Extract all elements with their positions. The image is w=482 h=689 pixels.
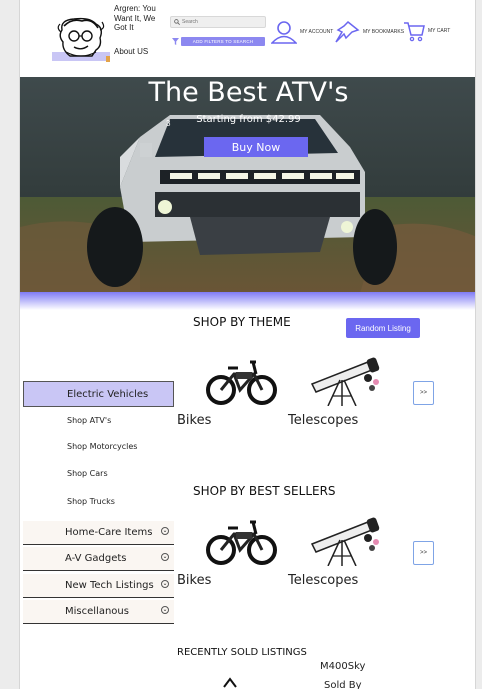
my-bookmarks-link[interactable]: MY BOOKMARKS xyxy=(334,20,404,44)
site-tagline: Argren: You Want It, We Got It xyxy=(114,4,156,32)
cart-icon xyxy=(404,22,425,42)
product-label[interactable]: Telescopes xyxy=(288,573,358,588)
truck-number-badge: 3 xyxy=(166,119,171,128)
e-bike-image[interactable] xyxy=(206,514,278,566)
bookmark-pin-icon xyxy=(335,20,360,43)
telescope-image[interactable] xyxy=(306,514,384,566)
my-bookmarks-label: MY BOOKMARKS xyxy=(363,29,405,35)
chevron-down-icon[interactable]: ⌄ xyxy=(161,527,169,535)
next-arrow-button[interactable]: >> xyxy=(413,381,434,405)
hero-title: The Best ATV's xyxy=(148,77,349,108)
my-account-link[interactable]: MY ACCOUNT xyxy=(271,20,333,44)
sidebar-category-label: A-V Gadgets xyxy=(65,553,127,564)
recent-item-name[interactable]: M400Sky xyxy=(320,661,365,672)
product-label[interactable]: Bikes xyxy=(177,413,211,428)
sidebar-category[interactable]: Home-Care Items ⌄ xyxy=(23,521,174,545)
my-cart-link[interactable]: MY CART xyxy=(403,20,450,42)
add-filters-button[interactable]: ADD FILTERS TO SEARCH xyxy=(181,37,265,46)
filter-icon[interactable] xyxy=(172,38,179,45)
sidebar-category-label: Miscellanous xyxy=(65,606,129,617)
telescope-image[interactable] xyxy=(306,354,384,406)
recently-sold-title: RECENTLY SOLD LISTINGS xyxy=(177,647,307,658)
sidebar-category-label: Home-Care Items xyxy=(65,527,153,538)
atv-truck-image xyxy=(20,77,475,293)
shop-by-best-sellers-title: SHOP BY BEST SELLERS xyxy=(193,484,336,498)
product-label[interactable]: Bikes xyxy=(177,573,211,588)
sidebar-category[interactable]: Miscellanous ⌄ xyxy=(23,600,174,624)
logo-face-icon[interactable] xyxy=(52,16,110,60)
chevron-down-icon[interactable]: ⌄ xyxy=(161,580,169,588)
search-bar[interactable] xyxy=(170,16,266,28)
sidebar-sub-item[interactable]: Shop ATV's xyxy=(67,416,111,425)
search-icon xyxy=(174,19,180,25)
sidebar-sub-item[interactable]: Shop Trucks xyxy=(67,497,115,506)
random-listing-button[interactable]: Random Listing xyxy=(346,318,420,338)
page: Argren: You Want It, We Got It About US … xyxy=(19,0,476,689)
chevron-down-icon[interactable]: ⌄ xyxy=(161,553,169,561)
recent-item-status: Sold By xyxy=(324,680,362,689)
e-bike-image[interactable] xyxy=(206,354,278,406)
product-label[interactable]: Telescopes xyxy=(288,413,358,428)
sidebar-category[interactable]: New Tech Listings ⌄ xyxy=(23,574,174,598)
my-account-label: MY ACCOUNT xyxy=(300,29,334,35)
about-marker xyxy=(106,56,110,62)
sidebar-category-label: New Tech Listings xyxy=(65,580,154,591)
chevron-down-icon[interactable]: ⌄ xyxy=(161,606,169,614)
sidebar-category[interactable]: A-V Gadgets ⌄ xyxy=(23,547,174,571)
sidebar-sub-item[interactable]: Shop Motorcycles xyxy=(67,442,137,451)
hero-subtitle: Starting from $42.99 xyxy=(196,114,301,125)
buy-now-button[interactable]: Buy Now xyxy=(204,137,308,157)
sidebar-category-electric-vehicles[interactable]: Electric Vehicles xyxy=(23,381,174,407)
my-cart-label: MY CART xyxy=(428,28,451,34)
hero-fade xyxy=(20,292,475,310)
e-bike-thumbnail[interactable] xyxy=(220,675,240,689)
hero-banner: The Best ATV's Starting from $42.99 Buy … xyxy=(20,77,475,293)
next-arrow-button[interactable]: >> xyxy=(413,541,434,565)
sidebar-sub-item[interactable]: Shop Cars xyxy=(67,469,108,478)
shop-by-theme-title: SHOP BY THEME xyxy=(193,315,291,329)
about-us-link[interactable]: About US xyxy=(114,47,148,56)
search-input[interactable] xyxy=(182,19,262,25)
user-icon xyxy=(271,21,297,44)
